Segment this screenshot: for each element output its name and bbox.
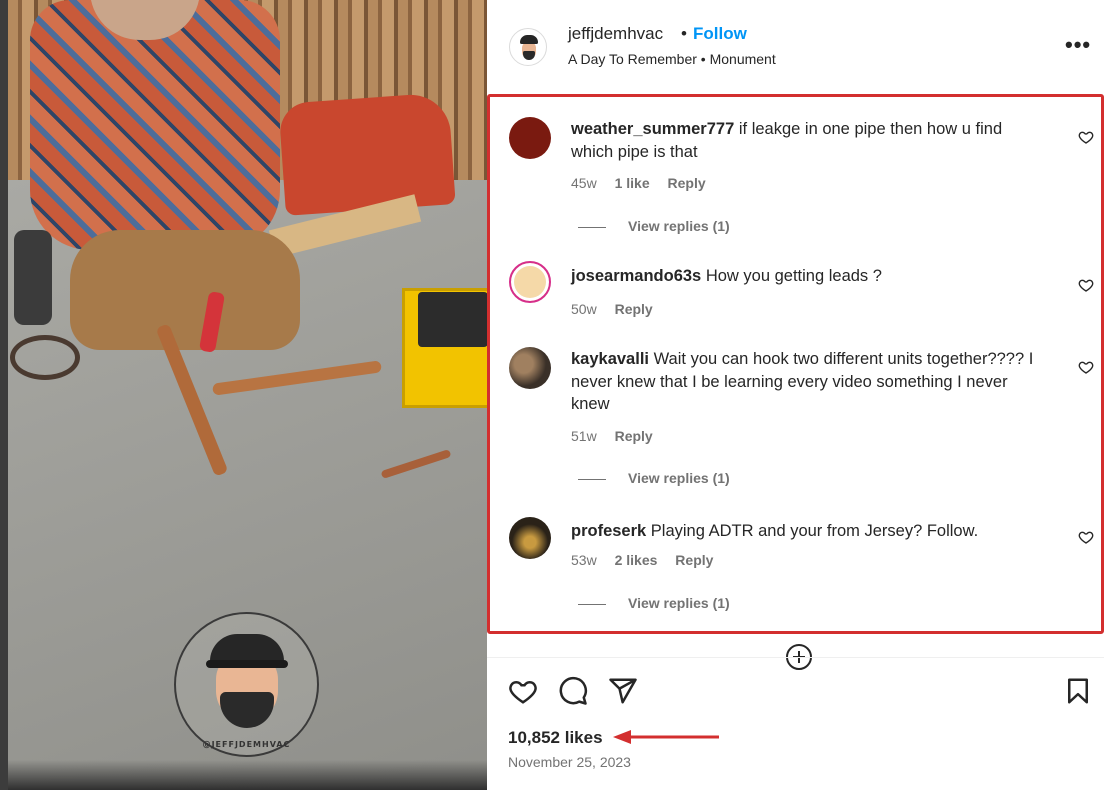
coiled-hose: [10, 335, 80, 380]
comment-text: josearmando63s How you getting leads ?: [571, 265, 1041, 288]
post-actions: [487, 672, 1104, 710]
comment-item: weather_summer777 if leakge in one pipe …: [490, 97, 1101, 237]
post-panel: jeffjdemhvac • Follow A Day To Remember …: [487, 0, 1104, 790]
heart-icon[interactable]: [1078, 277, 1094, 293]
orange-tarp: [278, 92, 456, 216]
person-legs: [70, 230, 300, 350]
commenter-username[interactable]: josearmando63s: [571, 267, 701, 285]
replies-divider-line: [578, 478, 606, 480]
share-icon[interactable]: [608, 676, 638, 706]
commenter-avatar[interactable]: [509, 117, 551, 159]
comment-text: kaykavalli Wait you can hook two differe…: [571, 348, 1041, 416]
comment-meta: 53w 2 likes Reply: [571, 552, 727, 568]
watermark-handle: @JEFFJDEMHVAC: [202, 740, 291, 749]
comment-meta: 51w Reply: [571, 428, 667, 444]
toolbox-contents: [418, 292, 487, 347]
media-bottom-shade: [8, 760, 487, 790]
reply-button[interactable]: Reply: [675, 552, 713, 568]
comment-body: Playing ADTR and your from Jersey? Follo…: [650, 522, 979, 540]
post-media[interactable]: @JEFFJDEMHVAC: [0, 0, 487, 790]
comment-item: profeserk Playing ADTR and your from Jer…: [490, 515, 1101, 635]
reply-button[interactable]: Reply: [615, 301, 653, 317]
sticker-beard: [220, 692, 274, 728]
avatar-cap: [520, 35, 538, 44]
comment-icon[interactable]: [558, 676, 588, 706]
author-username[interactable]: jeffjdemhvac: [568, 24, 663, 44]
comment-text: profeserk Playing ADTR and your from Jer…: [571, 520, 1041, 543]
comment-age: 51w: [571, 428, 597, 444]
reply-button[interactable]: Reply: [668, 175, 706, 191]
bookmark-icon[interactable]: [1063, 676, 1093, 706]
replies-divider-line: [578, 603, 606, 605]
actions-divider: [487, 657, 1104, 658]
view-replies-button[interactable]: View replies (1): [578, 595, 730, 611]
audio-track[interactable]: A Day To Remember • Monument: [568, 51, 776, 67]
view-replies-label: View replies (1): [628, 595, 730, 611]
likes-count[interactable]: 10,852 likes: [508, 728, 603, 748]
sticker-cap-brim: [206, 660, 288, 668]
commenter-avatar[interactable]: [509, 347, 551, 389]
avatar-beard: [523, 51, 535, 60]
comment-text: weather_summer777 if leakge in one pipe …: [571, 118, 1041, 163]
comment-body: How you getting leads ?: [705, 267, 882, 285]
commenter-avatar[interactable]: [509, 261, 551, 303]
commenter-username[interactable]: weather_summer777: [571, 120, 734, 138]
more-icon[interactable]: •••: [1065, 32, 1091, 58]
comment-age: 53w: [571, 552, 597, 568]
heart-icon[interactable]: [508, 676, 538, 706]
post-date[interactable]: November 25, 2023: [508, 754, 631, 770]
drill-tool: [14, 230, 52, 325]
comment-like-count[interactable]: 1 like: [615, 175, 650, 191]
view-replies-button[interactable]: View replies (1): [578, 470, 730, 486]
annotation-arrow: [613, 730, 719, 744]
creator-watermark: @JEFFJDEMHVAC: [174, 612, 319, 757]
window-edge: [0, 0, 8, 790]
comment-age: 50w: [571, 301, 597, 317]
post-header: jeffjdemhvac • Follow A Day To Remember …: [487, 0, 1104, 88]
author-avatar[interactable]: [509, 28, 547, 66]
comment-item: josearmando63s How you getting leads ? 5…: [490, 259, 1101, 339]
commenter-username[interactable]: profeserk: [571, 522, 646, 540]
view-replies-button[interactable]: View replies (1): [578, 218, 730, 234]
heart-icon[interactable]: [1078, 129, 1094, 145]
follow-button[interactable]: Follow: [693, 24, 747, 44]
commenter-username[interactable]: kaykavalli: [571, 350, 649, 368]
heart-icon[interactable]: [1078, 359, 1094, 375]
commenter-avatar[interactable]: [509, 517, 551, 559]
comment-item: kaykavalli Wait you can hook two differe…: [490, 345, 1101, 495]
heart-icon[interactable]: [1078, 529, 1094, 545]
view-replies-label: View replies (1): [628, 470, 730, 486]
comment-like-count[interactable]: 2 likes: [615, 552, 658, 568]
comment-age: 45w: [571, 175, 597, 191]
view-replies-label: View replies (1): [628, 218, 730, 234]
comments-list: weather_summer777 if leakge in one pipe …: [487, 94, 1104, 634]
replies-divider-line: [578, 226, 606, 228]
comment-meta: 50w Reply: [571, 301, 667, 317]
comment-meta: 45w 1 like Reply: [571, 175, 720, 191]
reply-button[interactable]: Reply: [615, 428, 653, 444]
header-separator: •: [681, 24, 687, 43]
